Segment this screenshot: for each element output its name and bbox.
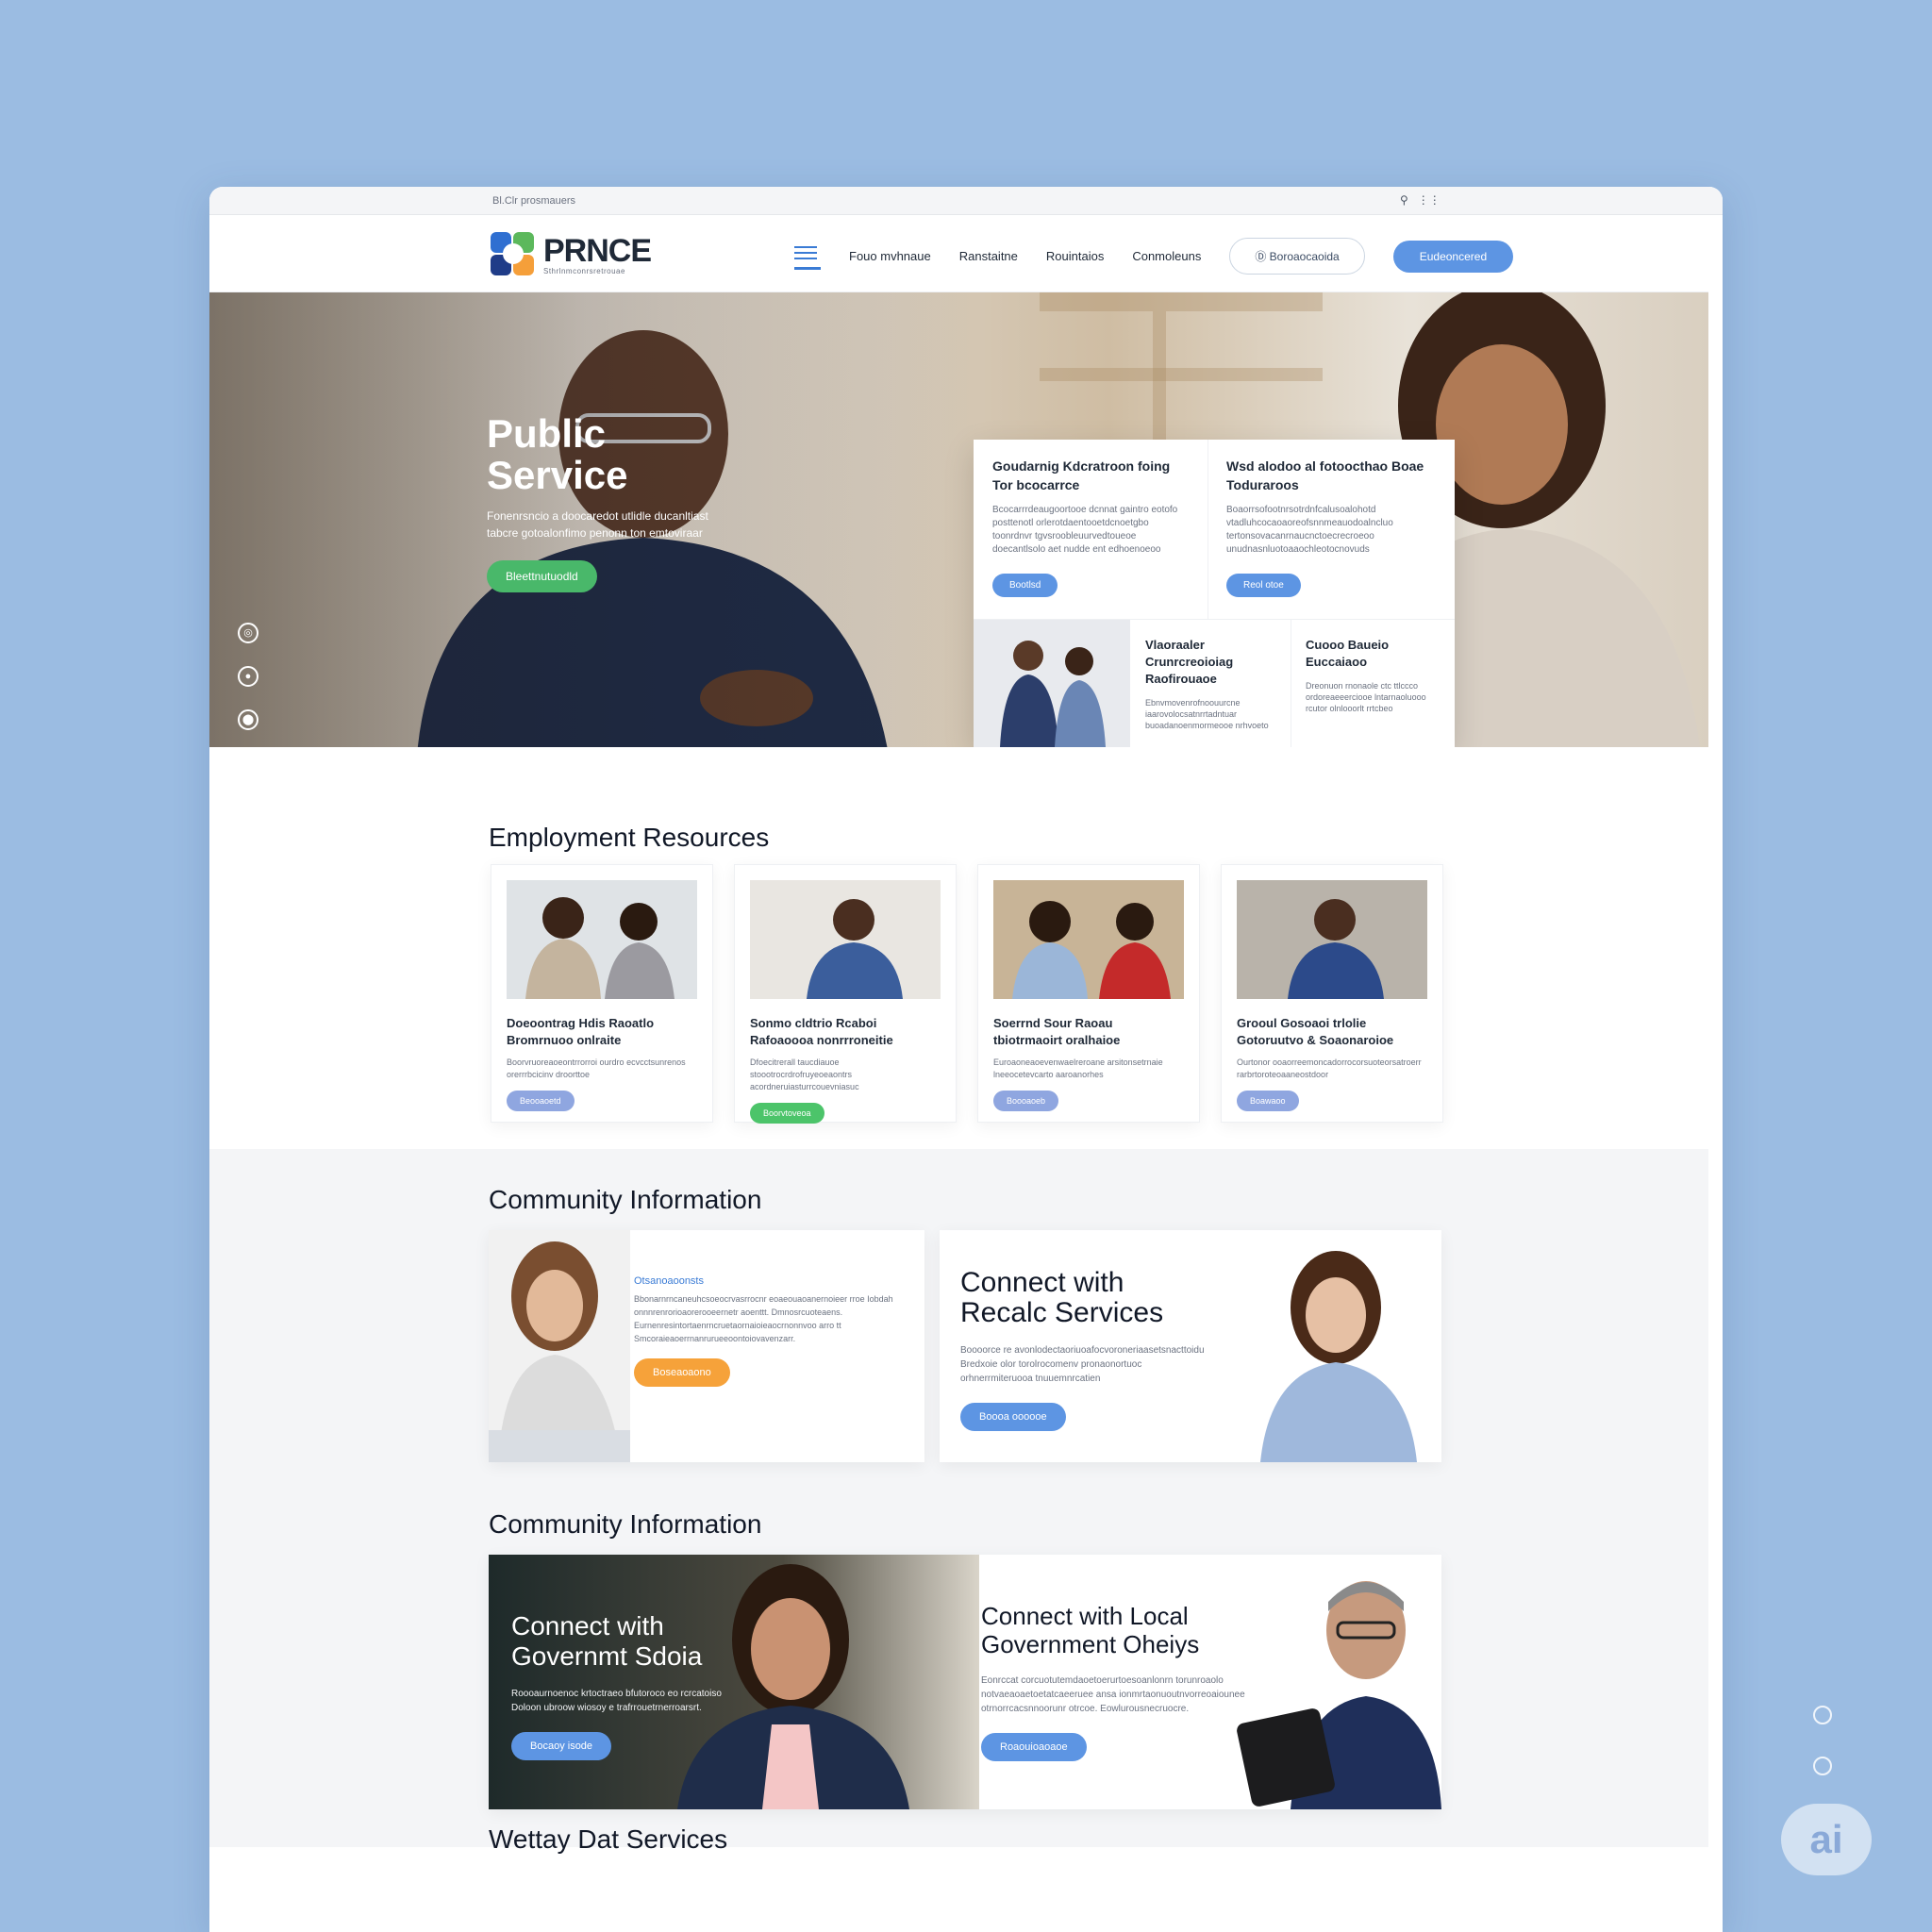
hero-card-3: Vlaoraaler Crunrcreoioiag Raofirouaoe Eb… (1130, 620, 1291, 747)
employment-card-button[interactable]: Beooaoetd (507, 1091, 575, 1111)
logo-mark-icon (491, 232, 538, 277)
nav-item-4[interactable]: Conmoleuns (1132, 249, 1201, 263)
employment-card-photo (507, 880, 697, 999)
banner-right-title: Connect with Local Government Oheiys (981, 1602, 1200, 1658)
share-icon[interactable] (1813, 1757, 1832, 1775)
banner-right-button[interactable]: Roaouioaoaoe (981, 1733, 1087, 1761)
banner-left-title: Connect with Governmt Sdoia (511, 1611, 703, 1671)
nav-primary-button[interactable]: Eudeoncered (1392, 240, 1514, 273)
employment-card-title: Soerrnd Sour Raoau tbiotrmaoirt oralhaio… (993, 1016, 1121, 1047)
hero-feature-panel: Goudarnig Kdcratroon foing Tor bcocarrce… (974, 440, 1455, 747)
logo[interactable]: PRNCE Sthrlnmconrsretrouae (491, 232, 652, 277)
employment-card-title: Doeoontrag Hdis Raoatlo Bromrnuoo onlrai… (507, 1016, 655, 1047)
hero-section: Public Service Fonenrsncio a doocaredot … (209, 292, 1708, 747)
community-man-image (1237, 1581, 1441, 1809)
community-card-title: Connect with Recalc Services (960, 1267, 1164, 1328)
location-icon[interactable]: ⬤ (238, 709, 258, 730)
hero-card-button[interactable]: Bootlsd (992, 574, 1058, 597)
community-card-button[interactable]: Boseaoaono (634, 1358, 730, 1387)
search-icon[interactable]: ⚲ (1400, 193, 1408, 207)
employment-card-body: Dfoecitrerall taucdiauoe stoootrocrdrofr… (750, 1058, 859, 1091)
community-card-left: Otsanoaoonsts Bbonarnrncaneuhcsoeocrvasr… (489, 1230, 924, 1462)
hero-card-body: Dreonuon rnonaole ctc ttlccco ordoreaeee… (1306, 681, 1426, 713)
nav-item-3[interactable]: Rouintaios (1046, 249, 1104, 263)
employment-card-photo (750, 880, 941, 999)
hero-card-body: Boaorrsofootnrsotrdnfcalusoalohotd vtadl… (1226, 505, 1393, 555)
community-woman-2-image (1260, 1251, 1417, 1462)
menu-icon[interactable] (794, 243, 821, 270)
employment-card-photo (993, 880, 1184, 999)
footer-section-title: Wettay Dat Services (489, 1824, 728, 1854)
hero-card-title: Cuooo Baueio Euccaiaoo (1306, 638, 1390, 669)
employment-card-body: Ourtonor ooaorreemoncadorrocorsuoteorsat… (1237, 1058, 1422, 1079)
hero-subtitle: Fonenrsncio a doocaredot utlidle ducanlt… (487, 509, 708, 540)
chat-icon[interactable]: ● (238, 666, 258, 687)
community-card-body: Bbonarnrncaneuhcsoeocrvasrrocnr eoaeouao… (634, 1294, 893, 1343)
print-icon[interactable] (1813, 1706, 1832, 1724)
employment-card: Sonmo cldtrio Rcaboi Rafoaoooa nonrrrone… (734, 864, 957, 1124)
hero-card-body: Ebnvmovenrofnoouurcne iaarovolocsatnrrta… (1145, 698, 1269, 730)
employment-card-button[interactable]: Boooaoeb (993, 1091, 1059, 1111)
utility-bar: Bl.Clr prosmauers ⚲ ⋮⋮ (209, 187, 1723, 215)
main-nav: Fouo mvhnaue Ranstaitne Rouintaios Conmo… (794, 238, 1514, 275)
community-section-title: Community Information (489, 1185, 762, 1214)
employment-card-button[interactable]: Boorvtoveoa (750, 1103, 824, 1124)
community-card-body: Boooorce re avonlodectaoriuoafocvoroneri… (960, 1345, 1205, 1384)
employment-card-body: Boorvruoreaoeontrrorroi ourdro ecvcctsun… (507, 1058, 686, 1079)
ai-assistant-button[interactable]: ai (1781, 1804, 1872, 1875)
community-woman-image (489, 1230, 630, 1462)
hero-cta-button[interactable]: Bleettnutuodld (487, 560, 597, 592)
employment-section-title: Employment Resources (489, 823, 770, 852)
hero-card-title: Vlaoraaler Crunrcreoioiag Raofirouaoe (1145, 638, 1234, 686)
hero-card-title: Wsd alodoo al fotoocthao Boae Toduraroos (1226, 458, 1424, 492)
utility-text: Bl.Clr prosmauers (492, 195, 576, 207)
floating-tools (1813, 1706, 1832, 1775)
employment-card-title: Sonmo cldtrio Rcaboi Rafoaoooa nonrrrone… (750, 1016, 893, 1047)
utility-icons: ⚲ ⋮⋮ (1400, 193, 1441, 207)
hero-card-body: Bcocarrrdeaugoortooe dcnnat gaintro eoto… (992, 505, 1178, 555)
banner-left-button[interactable]: Bocaoy isode (511, 1732, 612, 1760)
community-card-button[interactable]: Boooa oooooe (960, 1403, 1066, 1431)
instagram-icon[interactable]: ◎ (238, 623, 258, 643)
employment-card: Soerrnd Sour Raoau tbiotrmaoirt oralhaio… (977, 864, 1200, 1123)
nav-outline-button[interactable]: Ⓓ Boroaocaoida (1229, 238, 1365, 275)
browser-window: Bl.Clr prosmauers ⚲ ⋮⋮ PRNCE Sthrlnmconr… (209, 187, 1723, 1932)
hero-card-title: Goudarnig Kdcratroon foing Tor bcocarrce (992, 458, 1171, 492)
brand-name: PRNCE (543, 232, 652, 269)
community-banner: Connect with Governmt Sdoia Roooaurnoeno… (489, 1555, 1441, 1809)
employment-card: Grooul Gosoaoi trlolie Gotoruutvo & Soao… (1221, 864, 1443, 1123)
nav-item-2[interactable]: Ranstaitne (959, 249, 1018, 263)
hero-card-2: Wsd alodoo al fotoocthao Boae Toduraroos… (1208, 440, 1455, 614)
community-card-kicker: Otsanoaoonsts (634, 1275, 704, 1287)
nav-item-1[interactable]: Fouo mvhnaue (849, 249, 931, 263)
social-links: ◎ ● ⬤ (238, 623, 258, 730)
employment-card-list: Doeoontrag Hdis Raoatlo Bromrnuoo onlrai… (491, 864, 1443, 1124)
settings-icon[interactable]: ⋮⋮ (1418, 193, 1441, 207)
banner-left-body: Roooaurnoenoc krtoctraeo bfutoroco eo rc… (511, 1689, 722, 1713)
hero-card-button[interactable]: Reol otoe (1226, 574, 1301, 597)
employment-card-photo (1237, 880, 1427, 999)
hero-card-4: Cuooo Baueio Euccaiaoo Dreonuon rnonaole… (1291, 620, 1455, 731)
site-header: PRNCE Sthrlnmconrsretrouae Fouo mvhnaue … (209, 215, 1708, 292)
community-card-right: Connect with Recalc Services Boooorce re… (940, 1230, 1441, 1462)
employment-card-body: Euroaoneaoevenwaelreroane arsitonsetrnai… (993, 1058, 1163, 1079)
hero-card-1: Goudarnig Kdcratroon foing Tor bcocarrce… (974, 440, 1208, 614)
community-section-2-title: Community Information (489, 1509, 762, 1539)
employment-card-button[interactable]: Boawaoo (1237, 1091, 1299, 1111)
employment-card-title: Grooul Gosoaoi trlolie Gotoruutvo & Soao… (1237, 1016, 1394, 1047)
employment-card: Doeoontrag Hdis Raoatlo Bromrnuoo onlrai… (491, 864, 713, 1123)
hero-title: Public Service (487, 411, 628, 497)
hero-card-photo (974, 620, 1130, 747)
banner-right-body: Eonrccat corcuotutemdaoetoerurtoesoanlon… (981, 1675, 1245, 1714)
